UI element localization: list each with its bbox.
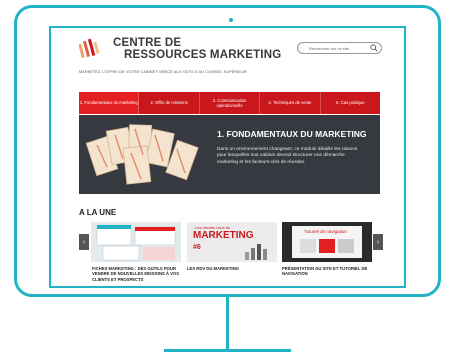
tutoriel-pages-icon [300, 239, 354, 253]
search-placeholder: Rechercher sur ce site [309, 45, 350, 51]
fiches-thumbnail-image [91, 222, 181, 262]
nav-item-communication[interactable]: 3. Communication opérationnelle [200, 92, 261, 114]
hero-title: 1. FONDAMENTAUX DU MARKETING [217, 129, 367, 139]
nav-item-cas-pratique[interactable]: 5. Cas pratique [321, 92, 380, 114]
carousel-thumb-tutoriel[interactable]: Tutoriel de navigation [282, 222, 372, 262]
search-input[interactable]: Rechercher sur ce site [297, 42, 382, 54]
carousel-caption-fiches[interactable]: FICHES MARKETING : DES OUTILS POUR VENDR… [92, 266, 187, 282]
hero-cards-illustration [85, 124, 199, 185]
bar-chart-icon [245, 244, 267, 260]
carousel-thumb-fiches[interactable] [91, 222, 181, 262]
carousel-thumb-rdv[interactable]: Les rendez-vous du MARKETING #6 [187, 222, 277, 262]
nav-item-offre[interactable]: 2. Offre de missions [139, 92, 200, 114]
tutoriel-screen: Tutoriel de navigation [292, 226, 362, 258]
nav-item-fondamentaux[interactable]: 1. Fondamentaux du marketing [79, 92, 140, 114]
site-header: CENTRE DE RESSOURCES MARKETING MARKETEZ … [51, 28, 404, 83]
monitor-stand-base [164, 349, 291, 352]
brand-tagline: MARKETEZ L'OFFRE DE VOTRE CABINET GRÂCE … [79, 70, 247, 74]
monitor-stand-neck [226, 297, 229, 349]
hero-description: Dans un environnement changeant, ce modu… [217, 147, 358, 165]
brand-name-line2[interactable]: RESSOURCES MARKETING [124, 49, 281, 61]
main-nav: 1. Fondamentaux du marketing 2. Offre de… [79, 92, 380, 114]
news-carousel: ‹ Les rendez-vous du MARKETING #6 Tutori… [79, 222, 383, 262]
hero-banner[interactable]: 1. FONDAMENTAUX DU MARKETING Dans un env… [79, 115, 380, 194]
carousel-next-button[interactable]: › [373, 234, 383, 250]
website-screen: CENTRE DE RESSOURCES MARKETING MARKETEZ … [49, 26, 406, 288]
brand-name-line1[interactable]: CENTRE DE [113, 37, 181, 49]
brand-logo-icon [79, 38, 100, 59]
carousel-caption-rdv[interactable]: LES RDV DU MARKETING [187, 266, 277, 271]
search-icon[interactable] [370, 44, 378, 52]
rdv-thumb-number: #6 [193, 244, 201, 251]
tutoriel-thumb-title: Tutoriel de navigation [304, 229, 347, 234]
carousel-caption-tutoriel[interactable]: PRÉSENTATION DU SITE ET TUTORIEL DE NAVI… [282, 266, 377, 277]
section-title-a-la-une: A LA UNE [79, 208, 117, 217]
nav-item-techniques[interactable]: 4. Techniques de vente [260, 92, 321, 114]
camera-dot [229, 18, 233, 22]
carousel-prev-button[interactable]: ‹ [79, 234, 89, 250]
